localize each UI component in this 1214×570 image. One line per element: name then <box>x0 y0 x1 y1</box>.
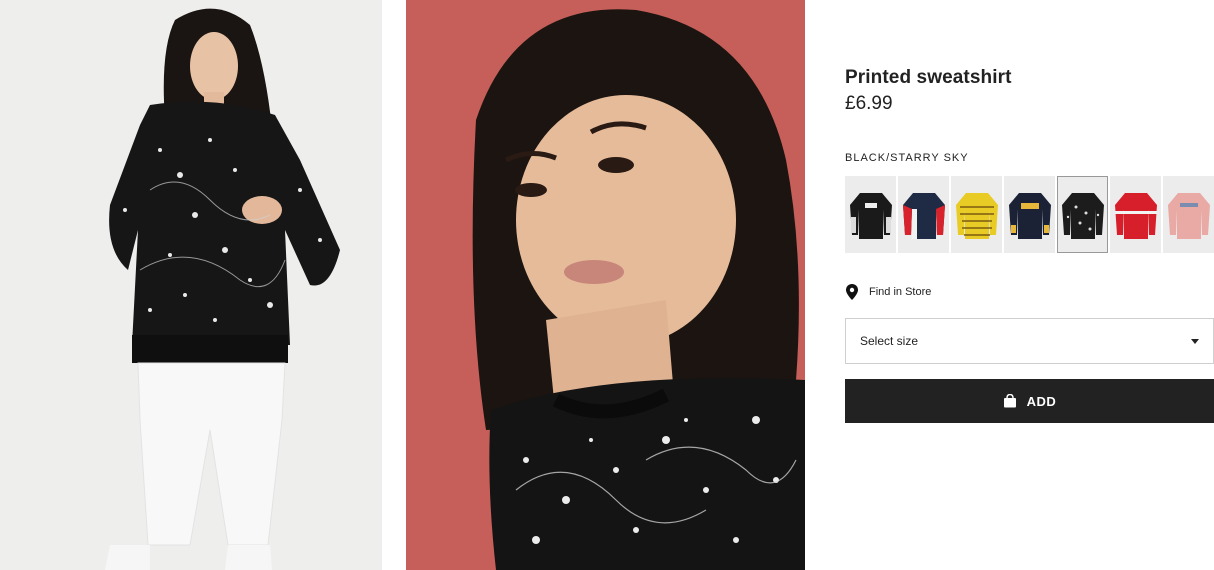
swatch-red[interactable] <box>1110 176 1161 253</box>
swatch-navy-print[interactable] <box>1004 176 1055 253</box>
product-title: Printed sweatshirt <box>845 67 1012 88</box>
product-image-full-body[interactable] <box>0 0 382 570</box>
model-closeup-photo <box>406 0 805 570</box>
find-in-store-label: Find in Store <box>869 286 932 298</box>
pink-sweatshirt-icon <box>1167 192 1210 239</box>
colour-swatches <box>845 176 1214 253</box>
model-full-body-photo <box>0 0 382 570</box>
navy-red-colorblock-sweatshirt-icon <box>902 192 945 239</box>
size-select[interactable]: Select size <box>845 318 1214 364</box>
location-pin-icon <box>846 284 858 300</box>
red-sweatshirt-icon <box>1114 192 1157 239</box>
navy-print-sweatshirt-icon <box>1008 192 1051 239</box>
swatch-black-nyc[interactable] <box>845 176 896 253</box>
black-nyc-sweatshirt-icon <box>849 192 892 239</box>
add-button-label: ADD <box>1026 393 1057 409</box>
selected-colour-label: BLACK/STARRY SKY <box>845 152 969 164</box>
chevron-down-icon <box>1191 338 1199 344</box>
swatch-navy-red-colorblock[interactable] <box>898 176 949 253</box>
find-in-store-link[interactable]: Find in Store <box>845 284 931 300</box>
add-to-bag-button[interactable]: ADD <box>845 379 1214 423</box>
shopping-bag-icon <box>1003 394 1016 408</box>
black-starry-sky-sweatshirt-icon <box>1061 192 1104 239</box>
yellow-striped-sweatshirt-icon <box>955 192 998 239</box>
product-price: £6.99 <box>845 93 893 114</box>
swatch-black-starry-sky[interactable] <box>1057 176 1108 253</box>
swatch-pink[interactable] <box>1163 176 1214 253</box>
product-info-panel: Printed sweatshirt £6.99 BLACK/STARRY SK… <box>845 0 1214 570</box>
swatch-yellow-striped[interactable] <box>951 176 1002 253</box>
product-image-closeup[interactable] <box>406 0 805 570</box>
size-select-label: Select size <box>860 334 919 348</box>
